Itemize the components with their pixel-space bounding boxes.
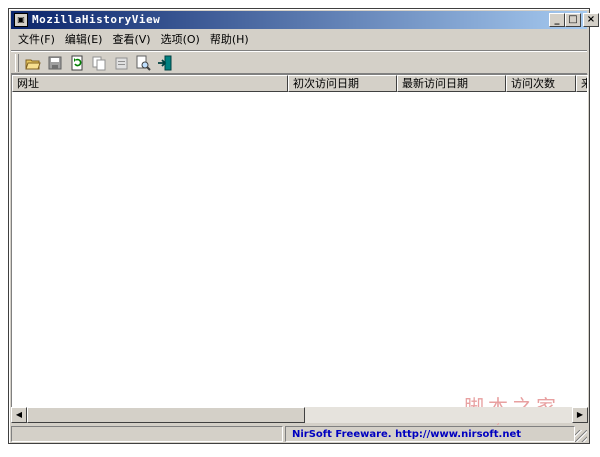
minimize-button[interactable]: _ [549, 13, 565, 27]
close-button[interactable]: × [583, 13, 599, 27]
column-header-visit-count[interactable]: 访问次数 [506, 75, 576, 92]
history-list[interactable]: 网址 初次访问日期 最新访问日期 访问次数 来 [11, 74, 588, 420]
scroll-right-button[interactable]: ▶ [572, 407, 588, 423]
properties-icon[interactable] [111, 53, 131, 73]
find-icon[interactable] [133, 53, 153, 73]
toolbar [13, 52, 177, 74]
menu-bar: 文件(F) 编辑(E) 查看(V) 选项(O) 帮助(H) [13, 31, 254, 49]
maximize-button[interactable]: □ [565, 13, 581, 27]
app-icon[interactable]: ▣ [14, 13, 28, 27]
open-folder-icon[interactable] [23, 53, 43, 73]
save-icon[interactable] [45, 53, 65, 73]
status-bar: NirSoft Freeware. http://www.nirsoft.net [11, 425, 588, 443]
menu-file[interactable]: 文件(F) [13, 31, 60, 49]
scroll-left-button[interactable]: ◀ [11, 407, 27, 423]
copy-icon[interactable] [89, 53, 109, 73]
scrollbar-thumb[interactable] [27, 407, 305, 423]
exit-icon[interactable] [155, 53, 175, 73]
status-pane-left [11, 426, 283, 442]
menu-view[interactable]: 查看(V) [107, 31, 155, 49]
column-header-last-visit[interactable]: 最新访问日期 [397, 75, 506, 92]
toolbar-grip[interactable] [15, 54, 19, 72]
menu-edit[interactable]: 编辑(E) [60, 31, 108, 49]
app-window: ▣ MozillaHistoryView _ □ × 文件(F) 编辑(E) 查… [8, 8, 599, 444]
column-header-url[interactable]: 网址 [12, 75, 288, 92]
menu-options[interactable]: 选项(O) [156, 31, 205, 49]
title-bar[interactable]: ▣ MozillaHistoryView _ □ × [11, 11, 599, 29]
status-pane-link: NirSoft Freeware. http://www.nirsoft.net [285, 426, 575, 442]
column-header-first-visit[interactable]: 初次访问日期 [288, 75, 397, 92]
list-header: 网址 初次访问日期 最新访问日期 访问次数 来 [12, 75, 587, 92]
resize-grip[interactable] [575, 430, 587, 442]
nirsoft-link[interactable]: NirSoft Freeware. http://www.nirsoft.net [286, 429, 521, 440]
menu-help[interactable]: 帮助(H) [205, 31, 254, 49]
column-header-partial[interactable]: 来 [576, 75, 587, 92]
horizontal-scrollbar[interactable]: ◀ ▶ [11, 407, 588, 423]
refresh-icon[interactable] [67, 53, 87, 73]
window-title: MozillaHistoryView [32, 13, 161, 26]
